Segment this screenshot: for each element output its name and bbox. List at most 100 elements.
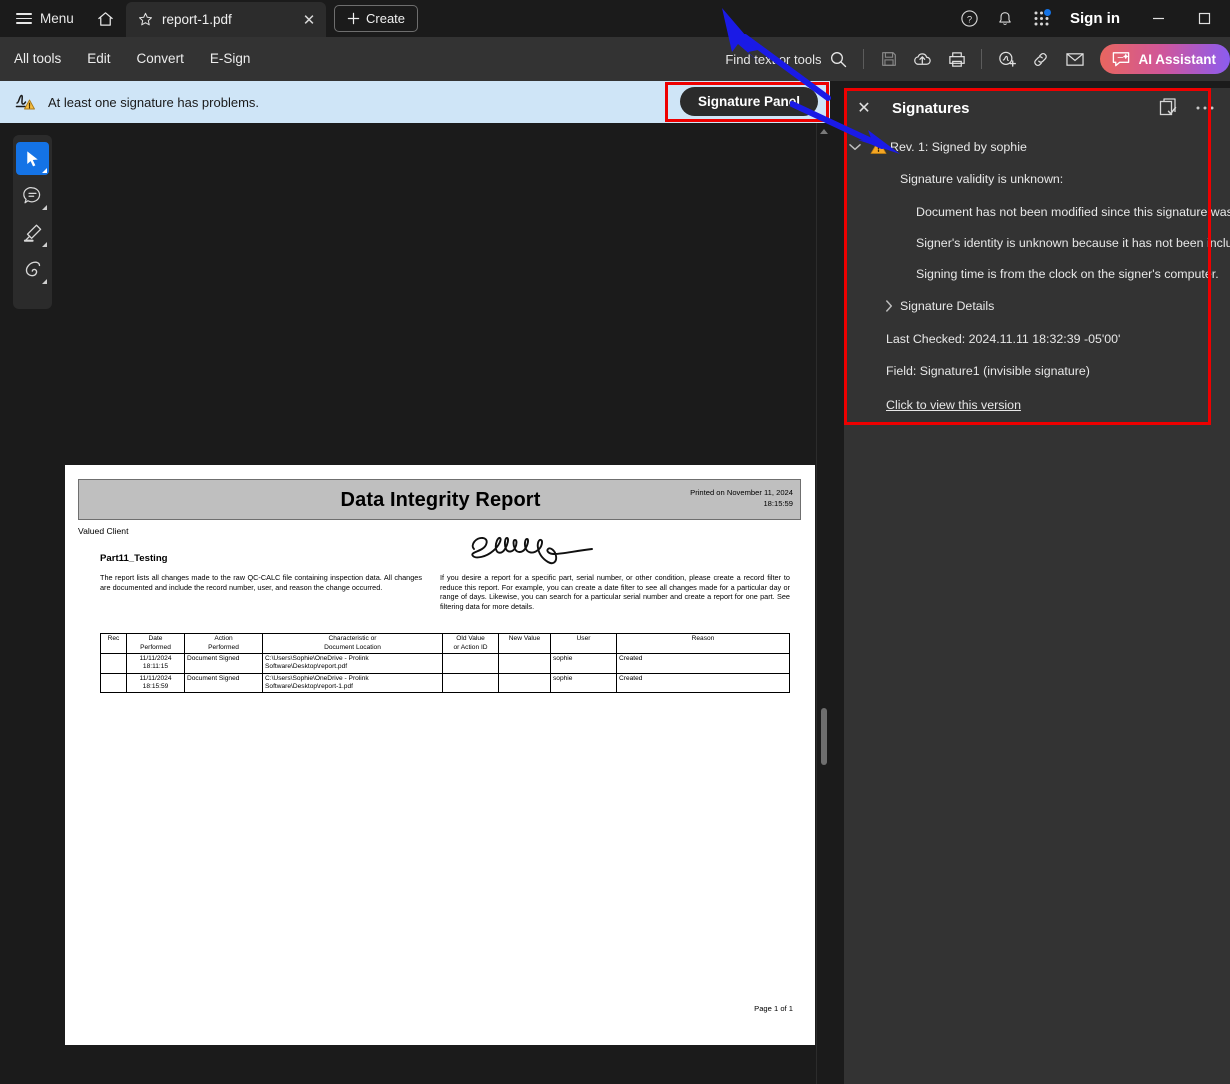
find-text-label[interactable]: Find text or tools bbox=[725, 52, 821, 67]
apps-badge-dot bbox=[1044, 8, 1051, 16]
tab-convert[interactable]: Convert bbox=[124, 37, 197, 81]
search-button[interactable] bbox=[822, 43, 855, 75]
select-tool-button[interactable] bbox=[16, 142, 49, 175]
report-table: Rec Date Performed Action Performed Char… bbox=[100, 632, 790, 694]
table-row: 11/11/2024 18:11:15 Document Signed C:\U… bbox=[100, 653, 790, 674]
cell-location-line2: Software\Desktop\report-1.pdf bbox=[265, 682, 353, 690]
view-version-row[interactable]: Click to view this version bbox=[844, 387, 1230, 423]
chevron-right-icon[interactable] bbox=[878, 300, 900, 312]
home-icon bbox=[98, 11, 114, 26]
scroll-up-arrow-icon[interactable] bbox=[820, 129, 828, 134]
notifications-button[interactable] bbox=[988, 4, 1022, 34]
print-icon bbox=[949, 51, 965, 67]
pdf-page: Data Integrity Report Printed on Novembe… bbox=[65, 465, 815, 1045]
col-reason: Reason bbox=[616, 632, 790, 655]
ai-assistant-label: AI Assistant bbox=[1138, 51, 1216, 67]
tab-esign[interactable]: E-Sign bbox=[197, 37, 264, 81]
ai-assistant-button[interactable]: AI Assistant bbox=[1100, 44, 1230, 74]
menu-button-label: Menu bbox=[40, 11, 74, 26]
title-bar-left: Menu bbox=[0, 0, 120, 37]
signature-details-label: Signature Details bbox=[900, 299, 995, 313]
apps-button[interactable] bbox=[1024, 4, 1058, 34]
maximize-icon bbox=[1198, 12, 1210, 25]
col-char-line2: Document Location bbox=[324, 643, 381, 651]
cell-location: C:\Users\Sophie\OneDrive - Prolink Softw… bbox=[262, 653, 443, 674]
table-row: 11/11/2024 18:15:59 Document Signed C:\U… bbox=[100, 672, 790, 694]
col-date-line2: Performed bbox=[140, 643, 171, 651]
save-button[interactable] bbox=[872, 43, 905, 75]
create-button[interactable]: Create bbox=[334, 5, 419, 32]
signatures-panel-title: Signatures bbox=[892, 99, 970, 117]
signatures-panel-body: Rev. 1: Signed by sophie Signature valid… bbox=[844, 132, 1230, 472]
col-date-line1: Date bbox=[148, 635, 163, 642]
sign-in-button[interactable]: Sign in bbox=[1060, 10, 1134, 27]
cell-old-value bbox=[442, 672, 499, 694]
validity-detail-signing-time: Signing time is from the clock on the si… bbox=[916, 266, 1219, 281]
document-tab-title: report-1.pdf bbox=[162, 12, 232, 27]
validate-all-signatures-icon bbox=[1159, 98, 1177, 116]
draw-tool-button[interactable] bbox=[16, 253, 49, 286]
signatures-panel-close-button[interactable]: ✕ bbox=[844, 88, 884, 128]
cell-date: 11/11/2024 18:11:15 bbox=[126, 653, 185, 674]
draw-tool-caret-icon bbox=[42, 279, 47, 284]
signature-panel-button[interactable]: Signature Panel bbox=[679, 87, 818, 116]
highlight-tool-caret-icon bbox=[42, 242, 47, 247]
revision-label: Rev. 1: Signed by sophie bbox=[890, 140, 1027, 154]
document-tab[interactable]: report-1.pdf ✕ bbox=[126, 2, 326, 37]
view-version-link[interactable]: Click to view this version bbox=[886, 398, 1021, 412]
window-minimize-button[interactable] bbox=[1136, 0, 1180, 37]
cell-location-line1: C:\Users\Sophie\OneDrive - Prolink bbox=[265, 674, 369, 682]
email-button[interactable] bbox=[1058, 43, 1091, 75]
col-user: User bbox=[550, 632, 617, 655]
toolbar-divider-2 bbox=[981, 49, 983, 69]
help-button[interactable]: ? bbox=[952, 4, 986, 34]
title-bar-right: ? Sign in bbox=[952, 0, 1230, 37]
tab-all-tools[interactable]: All tools bbox=[0, 37, 74, 81]
warning-triangle-icon bbox=[866, 139, 890, 155]
minimize-icon bbox=[1152, 17, 1164, 20]
tab-edit[interactable]: Edit bbox=[74, 37, 123, 81]
request-esignature-icon bbox=[999, 51, 1016, 67]
col-user-line1: User bbox=[576, 635, 591, 642]
share-link-button[interactable] bbox=[1024, 43, 1057, 75]
cell-reason: Created bbox=[616, 672, 790, 694]
draw-loop-icon bbox=[25, 261, 40, 276]
help-circle-icon: ? bbox=[960, 10, 978, 27]
validate-all-signatures-button[interactable] bbox=[1156, 95, 1182, 121]
viewer-scrollbar-thumb[interactable] bbox=[821, 708, 827, 765]
menu-button[interactable]: Menu bbox=[12, 7, 78, 30]
document-tab-close-icon[interactable]: ✕ bbox=[300, 11, 318, 29]
signatures-panel-options-button[interactable] bbox=[1192, 95, 1218, 121]
print-button[interactable] bbox=[940, 43, 973, 75]
comment-tool-button[interactable] bbox=[16, 179, 49, 212]
validity-detail-identity-unknown: Signer's identity is unknown because it … bbox=[916, 235, 1230, 250]
highlight-tool-button[interactable] bbox=[16, 216, 49, 249]
report-printed-on: Printed on November 11, 2024 18:15:59 bbox=[690, 487, 793, 509]
window-maximize-button[interactable] bbox=[1182, 0, 1226, 37]
home-button[interactable] bbox=[92, 6, 120, 32]
plus-icon bbox=[347, 12, 360, 25]
chevron-down-icon[interactable] bbox=[844, 143, 866, 151]
cell-action: Document Signed bbox=[184, 653, 263, 674]
star-icon[interactable] bbox=[138, 12, 153, 27]
col-char-line1: Characteristic or bbox=[328, 635, 377, 642]
cell-date: 11/11/2024 18:15:59 bbox=[126, 672, 185, 694]
col-old-line1: Old Value bbox=[456, 635, 485, 642]
cell-reason: Created bbox=[616, 653, 790, 674]
request-esignature-button[interactable] bbox=[990, 43, 1023, 75]
svg-text:?: ? bbox=[966, 14, 971, 25]
viewer-scrollbar[interactable] bbox=[816, 123, 830, 1084]
cursor-icon bbox=[27, 151, 38, 167]
cloud-upload-button[interactable] bbox=[906, 43, 939, 75]
report-printed-date: Printed on November 11, 2024 bbox=[690, 488, 793, 497]
report-printed-time: 18:15:59 bbox=[763, 499, 793, 508]
col-action-performed: Action Performed bbox=[184, 632, 263, 655]
report-client: Valued Client bbox=[78, 526, 129, 536]
cell-new-value bbox=[498, 653, 551, 674]
title-bar: Menu report-1.pdf ✕ Create ? Sign in bbox=[0, 0, 1230, 37]
signatures-panel: ✕ Signatures Rev. 1: Signed by sophie Si… bbox=[844, 88, 1230, 1084]
bell-icon bbox=[999, 11, 1011, 25]
cell-user: sophie bbox=[550, 672, 617, 694]
signature-details-row[interactable]: Signature Details bbox=[844, 289, 1230, 323]
revision-row[interactable]: Rev. 1: Signed by sophie bbox=[844, 132, 1230, 162]
